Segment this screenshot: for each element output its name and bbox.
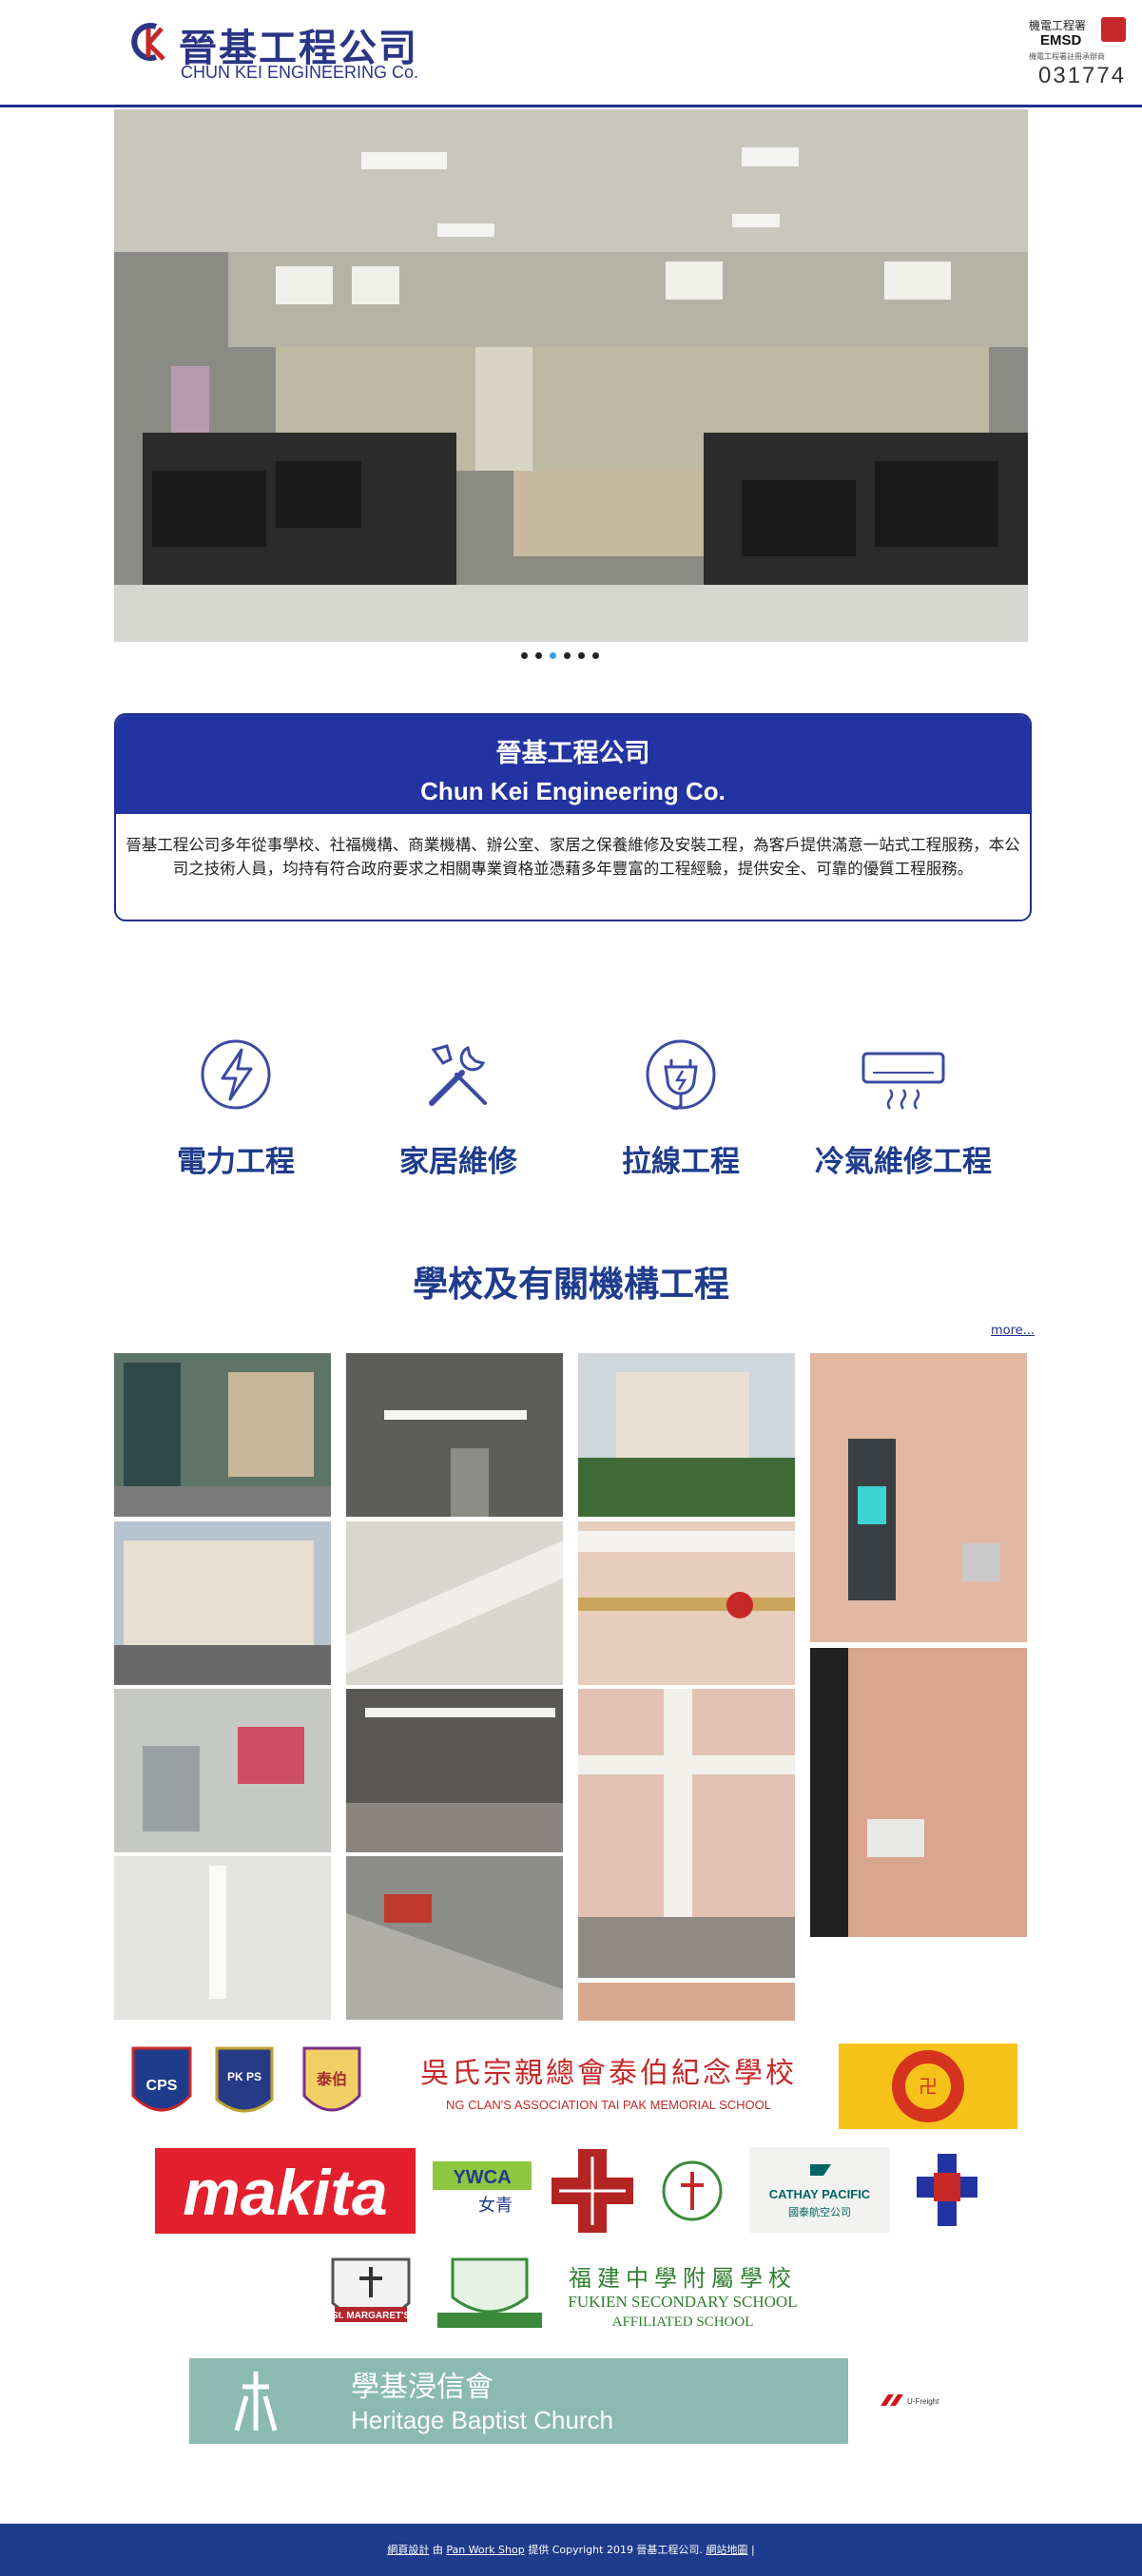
fukien-school-emblem[interactable] [434, 2250, 546, 2337]
pan-work-shop-link[interactable]: Pan Work Shop [446, 2544, 524, 2556]
gallery-photo[interactable] [578, 1689, 795, 1978]
intro-title-cn: 晉基工程公司 [495, 739, 650, 768]
service-air-conditioning[interactable]: 冷氣維修工程 [794, 1036, 1013, 1208]
ng-clan-school-logo[interactable]: 吳氏宗親總會泰伯紀念學校 NG CLAN'S ASSOCIATION TAI P… [399, 2052, 818, 2119]
pkps-school-logo[interactable]: PK PS [213, 2043, 276, 2128]
air-conditioner-icon [861, 1052, 945, 1110]
caritas-logo[interactable] [550, 2147, 635, 2235]
ywca-logo[interactable]: YWCA 女青 [433, 2161, 532, 2218]
pkps-text: PK PS [227, 2070, 261, 2083]
fukien-en-text-2: AFFILIATED SCHOOL [612, 2315, 754, 2330]
svg-text:卍: 卍 [919, 2075, 938, 2098]
st-margaret-text: St. MARGARET'S [332, 2311, 411, 2321]
web-design-link[interactable]: 網頁設計 [387, 2544, 429, 2556]
ywca-cn-text: 女青 [478, 2196, 513, 2216]
gallery-photo[interactable] [578, 1983, 795, 2021]
gallery-photo[interactable] [114, 1353, 331, 1517]
ngclan-en-text: NG CLAN'S ASSOCIATION TAI PAK MEMORIAL S… [446, 2098, 771, 2112]
ngclan-cn-text: 吳氏宗親總會泰伯紀念學校 [420, 2057, 797, 2090]
intro-description: 晉基工程公司多年從事學校、社福機構、商業機構、辦公室、家居之保養維修及安裝工程，… [126, 836, 1020, 878]
intro-title-en: Chun Kei Engineering Co. [420, 777, 726, 805]
slide-dot[interactable] [564, 652, 571, 659]
service-label: 拉線工程 [622, 1145, 740, 1179]
cathay-cn-text: 國泰航空公司 [788, 2205, 851, 2218]
service-home-repair[interactable]: 家居維修 [349, 1036, 568, 1208]
section-title: 學校及有關機構工程 [413, 1264, 729, 1305]
slide-dot[interactable] [578, 652, 585, 659]
emsd-number: 031774 [1038, 63, 1127, 88]
slide-dot[interactable] [535, 652, 542, 659]
cps-school-logo[interactable]: CPS [127, 2043, 196, 2128]
gallery-photo[interactable] [346, 1521, 563, 1685]
cross-crest-logo[interactable] [915, 2152, 979, 2228]
gallery-photo[interactable] [578, 1353, 795, 1517]
fukien-school-name[interactable]: 福建中學附屬學校 FUKIEN SECONDARY SCHOOL AFFILIA… [550, 2263, 816, 2330]
gallery-photo[interactable] [346, 1856, 563, 2020]
company-name-en[interactable]: CHUN KEI ENGINEERING Co. [181, 63, 418, 83]
cathay-pacific-logo[interactable]: CATHAY PACIFIC 國泰航空公司 [749, 2147, 890, 2233]
ywca-en-text: YWCA [453, 2167, 511, 2188]
church-school-emblem[interactable] [662, 2159, 723, 2223]
lightning-icon [201, 1039, 271, 1110]
emsd-contractor-label: 機電工程署註冊承辦商 [1029, 52, 1105, 61]
tools-icon [429, 1044, 487, 1106]
sitemap-link[interactable]: 網站地圖 [706, 2544, 747, 2556]
site-header: 晉基工程公司 CHUN KEI ENGINEERING Co. 機電工程署 EM… [0, 0, 1142, 107]
more-link[interactable]: more... [991, 1324, 1035, 1338]
emsd-logo-icon [1101, 17, 1126, 42]
heritage-cn-text: 學基浸信會 [351, 2371, 494, 2404]
gallery-photo[interactable] [114, 1689, 331, 1852]
gallery-photo[interactable] [114, 1856, 331, 2020]
makita-logo[interactable]: makita [155, 2148, 416, 2234]
gallery-photo[interactable] [346, 1689, 563, 1852]
gallery-photo[interactable] [578, 1521, 795, 1685]
hero-slideshow-image[interactable] [114, 109, 1028, 642]
fukien-en-text-1: FUKIEN SECONDARY SCHOOL [568, 2293, 797, 2311]
gallery-photo[interactable] [810, 1648, 1027, 1937]
slide-dot-active[interactable] [550, 652, 556, 659]
gallery-photo[interactable] [346, 1353, 563, 1517]
cps-text: CPS [146, 2078, 178, 2094]
emsd-registration-badge: 機電工程署 EMSD 機電工程署註冊承辦商 031774 [1027, 17, 1132, 93]
plug-icon [646, 1039, 716, 1111]
footer-by-text: 由 [432, 2544, 443, 2556]
gallery-photo[interactable] [810, 1353, 1027, 1642]
gallery-photo[interactable] [114, 1521, 331, 1685]
service-label: 家居維修 [399, 1145, 517, 1179]
footer-copyright: 提供 Copyright 2019 晉基工程公司. [528, 2544, 703, 2556]
classroom-photo [114, 109, 1028, 642]
slide-dot[interactable] [592, 652, 599, 659]
u-freight-logo[interactable]: U-Freight [879, 2392, 945, 2410]
taipak-school-crest[interactable]: 泰伯 [299, 2043, 365, 2128]
heritage-baptist-church-banner[interactable]: 學基浸信會 Heritage Baptist Church [189, 2358, 848, 2444]
service-label: 電力工程 [177, 1145, 295, 1179]
company-logo-icon[interactable] [127, 21, 169, 63]
fukien-cn-text: 福建中學附屬學校 [569, 2265, 797, 2292]
emsd-label-cn: 機電工程署 [1029, 19, 1087, 32]
taipak-text: 泰伯 [316, 2070, 347, 2088]
st-margaret-school-logo[interactable]: St. MARGARET'S [323, 2250, 418, 2341]
service-wiring[interactable]: 拉線工程 [571, 1036, 790, 1208]
company-intro-card: 晉基工程公司 Chun Kei Engineering Co. 晉基工程公司多年… [114, 713, 1032, 921]
cathay-en-text: CATHAY PACIFIC [769, 2187, 871, 2201]
slide-dot[interactable] [521, 652, 528, 659]
intro-card-header: 晉基工程公司 Chun Kei Engineering Co. [116, 715, 1030, 814]
heritage-en-text: Heritage Baptist Church [351, 2406, 613, 2434]
footer-separator: | [750, 2544, 755, 2556]
buddhist-school-logo[interactable]: 卍 [839, 2043, 1017, 2129]
service-label: 冷氣維修工程 [815, 1145, 992, 1179]
slideshow-pager [521, 652, 626, 666]
service-electrical[interactable]: 電力工程 [126, 1036, 345, 1208]
u-freight-text: U-Freight [907, 2397, 939, 2406]
site-footer: 網頁設計 由 Pan Work Shop 提供 Copyright 2019 晉… [0, 2524, 1142, 2576]
emsd-label-en: EMSD [1040, 32, 1082, 48]
makita-text: makita [183, 2157, 387, 2229]
